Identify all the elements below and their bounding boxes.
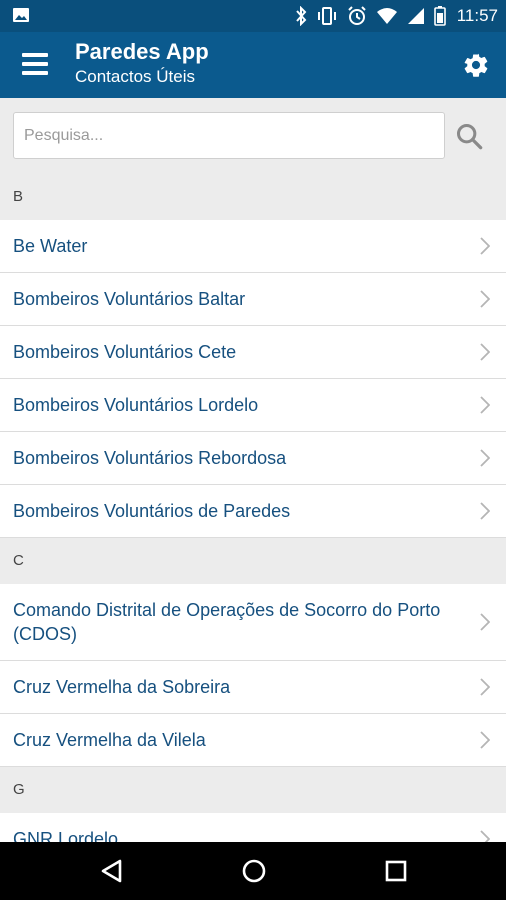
list-item-label: Bombeiros Voluntários Rebordosa (13, 448, 287, 468)
list-item-label: Bombeiros Voluntários Cete (13, 342, 237, 362)
search-icon[interactable] (455, 122, 483, 150)
search-bar (0, 98, 506, 174)
list-item[interactable]: Be Water (0, 220, 506, 273)
battery-icon (433, 6, 446, 26)
gear-icon[interactable] (462, 51, 490, 79)
navigation-bar (0, 842, 506, 900)
list-item-label: Comando Distrital de Operações de Socorr… (13, 600, 441, 644)
list-item[interactable]: Comando Distrital de Operações de Socorr… (0, 584, 506, 661)
list-item-label: Bombeiros Voluntários Baltar (13, 289, 246, 309)
list-item-label: Cruz Vermelha da Vilela (13, 730, 206, 750)
chevron-right-icon (480, 449, 490, 467)
section-header: B (0, 174, 506, 220)
app-screen: 11:57 Paredes App Contactos Úteis B Be Wa… (0, 0, 506, 900)
chevron-right-icon (480, 396, 490, 414)
chevron-right-icon (480, 502, 490, 520)
list-item[interactable]: Cruz Vermelha da Vilela (0, 714, 506, 767)
app-bar: Paredes App Contactos Úteis (0, 32, 506, 98)
contact-list: B Be Water Bombeiros Voluntários Baltar Bom… (0, 174, 506, 866)
list-item[interactable]: Cruz Vermelha da Sobreira (0, 661, 506, 714)
status-icons: 11:57 (295, 4, 498, 28)
chevron-right-icon (480, 290, 490, 308)
chevron-right-icon (480, 613, 490, 631)
section-header: C (0, 538, 506, 584)
search-input[interactable] (13, 112, 445, 159)
list-item-label: Be Water (13, 236, 88, 256)
chevron-right-icon (480, 731, 490, 749)
back-icon[interactable] (99, 858, 125, 884)
menu-icon[interactable] (22, 53, 48, 75)
list-item-label: Bombeiros Voluntários de Paredes (13, 501, 291, 521)
list-item[interactable]: Bombeiros Voluntários Lordelo (0, 379, 506, 432)
home-icon[interactable] (241, 858, 267, 884)
image-icon (13, 8, 29, 22)
chevron-right-icon (480, 343, 490, 361)
wifi-icon (376, 8, 397, 24)
app-bar-titles: Paredes App Contactos Úteis (75, 38, 209, 88)
app-title: Paredes App (75, 39, 209, 64)
vibrate-icon (317, 7, 336, 25)
status-time: 11:57 (456, 6, 498, 25)
list-item[interactable]: Bombeiros Voluntários Cete (0, 326, 506, 379)
chevron-right-icon (480, 678, 490, 696)
section-header: G (0, 767, 506, 813)
recents-icon[interactable] (383, 858, 409, 884)
list-item-label: Bombeiros Voluntários Lordelo (13, 395, 259, 415)
list-item-label: Cruz Vermelha da Sobreira (13, 677, 231, 697)
list-item[interactable]: Bombeiros Voluntários de Paredes (0, 485, 506, 538)
page-subtitle: Contactos Úteis (75, 67, 195, 86)
chevron-right-icon (480, 237, 490, 255)
status-bar: 11:57 (0, 0, 506, 32)
list-item[interactable]: Bombeiros Voluntários Rebordosa (0, 432, 506, 485)
bluetooth-icon (295, 6, 307, 26)
alarm-icon (348, 6, 366, 25)
signal-icon (407, 8, 424, 24)
list-item[interactable]: Bombeiros Voluntários Baltar (0, 273, 506, 326)
